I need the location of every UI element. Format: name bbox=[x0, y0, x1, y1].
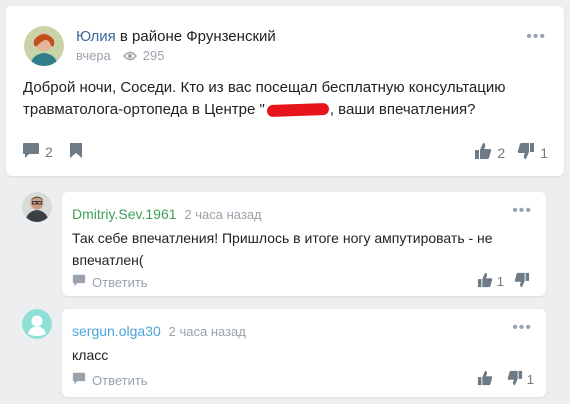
comment-text: Так себе впечатления! Пришлось в итоге н… bbox=[72, 230, 493, 268]
post-actions: 2 bbox=[22, 142, 83, 162]
comment-text: класс bbox=[72, 347, 109, 363]
thumbs-up-icon[interactable] bbox=[474, 142, 492, 163]
comment-reactions: 1 bbox=[477, 370, 534, 389]
dislikes-count: 1 bbox=[526, 372, 534, 387]
post-card: Юлия в районе Фрунзенский вчера 295 ••• … bbox=[6, 6, 564, 176]
post-time: вчера bbox=[76, 48, 111, 63]
reply-button[interactable]: Ответить bbox=[72, 372, 148, 388]
comment-author-name[interactable]: sergun.olga30 bbox=[72, 323, 161, 339]
thumbs-up-icon[interactable] bbox=[477, 272, 493, 291]
more-dots-icon[interactable]: ••• bbox=[512, 320, 532, 336]
thumbs-down-icon[interactable] bbox=[507, 370, 523, 389]
post-location: в районе Фрунзенский bbox=[119, 28, 276, 45]
post-author-avatar[interactable] bbox=[24, 26, 64, 66]
post-text-end: , ваши впечатления? bbox=[329, 101, 476, 118]
post-author-name[interactable]: Юлия bbox=[76, 28, 116, 45]
comment-icon bbox=[72, 372, 86, 388]
likes-count: 2 bbox=[497, 144, 506, 161]
redaction-mark bbox=[266, 102, 330, 118]
post-reactions: 2 1 bbox=[474, 142, 548, 163]
thumbs-up-icon[interactable] bbox=[477, 370, 493, 389]
reply-label: Ответить bbox=[92, 372, 148, 388]
post-text: Доброй ночи, Соседи. Кто из вас посещал … bbox=[23, 77, 543, 121]
comment-author-name[interactable]: Dmitriy.Sev.1961 bbox=[72, 206, 177, 222]
comment-header: sergun.olga30 2 часа назад bbox=[72, 323, 246, 339]
likes-count: 1 bbox=[496, 274, 504, 289]
comment-time: 2 часа назад bbox=[168, 324, 246, 339]
comment-icon[interactable] bbox=[22, 142, 40, 162]
comment-card: Dmitriy.Sev.1961 2 часа назад ••• Так се… bbox=[22, 192, 546, 296]
comment-author-avatar[interactable] bbox=[22, 192, 52, 222]
comment-card: sergun.olga30 2 часа назад ••• класс Отв… bbox=[22, 309, 546, 397]
more-dots-icon[interactable]: ••• bbox=[526, 29, 546, 45]
comments-count: 2 bbox=[45, 144, 53, 160]
dislikes-count: 1 bbox=[540, 144, 548, 161]
comment-icon bbox=[72, 274, 86, 290]
reply-label: Ответить bbox=[92, 274, 148, 290]
post-meta: вчера 295 bbox=[76, 48, 165, 63]
comment-header: Dmitriy.Sev.1961 2 часа назад bbox=[72, 206, 262, 222]
thumbs-down-icon[interactable] bbox=[514, 272, 530, 291]
comment-author-avatar[interactable] bbox=[22, 309, 52, 339]
eye-icon bbox=[122, 51, 137, 61]
post-header: Юлия в районе Фрунзенский bbox=[76, 28, 276, 45]
thumbs-down-icon[interactable] bbox=[517, 142, 535, 163]
bookmark-icon[interactable] bbox=[69, 142, 83, 162]
reply-button[interactable]: Ответить bbox=[72, 274, 148, 290]
comment-time: 2 часа назад bbox=[184, 207, 262, 222]
post-views: 295 bbox=[142, 48, 165, 63]
more-dots-icon[interactable]: ••• bbox=[512, 203, 532, 219]
comment-reactions: 1 bbox=[477, 272, 534, 291]
